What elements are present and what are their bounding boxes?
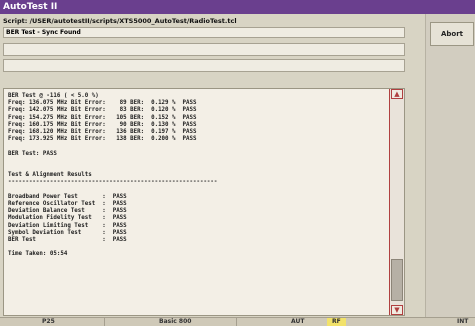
result-line: Symbol Deviation Test : PASS [8, 229, 127, 236]
freq-line: Freq: 168.120 MHz Bit Error: 136 BER: 0.… [8, 129, 197, 136]
script-path-label: Script: /USER/autotestII/scripts/XTS5000… [3, 17, 237, 25]
abort-button[interactable]: Abort [430, 22, 474, 46]
scroll-thumb[interactable] [391, 259, 403, 301]
freq-line: Freq: 160.175 MHz Bit Error: 90 BER: 0.1… [8, 121, 197, 128]
message-field-2 [3, 59, 405, 72]
separator-line: ----------------------------------------… [8, 179, 218, 186]
result-line: Modulation Fidelity Test : PASS [8, 215, 127, 222]
main-panel: Script: /USER/autotestII/scripts/XTS5000… [0, 14, 425, 317]
result-line: Deviation Balance Test : PASS [8, 208, 127, 215]
log-scrollbar[interactable]: ▲ ▼ [389, 89, 404, 315]
scroll-up-icon[interactable]: ▲ [391, 89, 403, 99]
ber-result-line: BER Test: PASS [8, 150, 57, 157]
result-line: Broadband Power Test : PASS [8, 193, 127, 200]
scroll-down-icon[interactable]: ▼ [391, 305, 403, 315]
result-line: Deviation Limiting Test : PASS [8, 222, 127, 229]
message-field-1 [3, 43, 405, 56]
freq-line: Freq: 136.075 MHz Bit Error: 89 BER: 0.1… [8, 100, 197, 107]
freq-line: Freq: 173.925 MHz Bit Error: 138 BER: 0.… [8, 136, 197, 143]
result-line: BER Test : PASS [8, 237, 127, 243]
results-header-line: Test & Alignment Results [8, 172, 92, 179]
test-log-panel[interactable]: BER Test @ -116 ( < 5.0 %) Freq: 136.075… [3, 88, 405, 316]
window-title: AutoTest II [3, 2, 58, 12]
result-line: Reference Oscillator Test : PASS [8, 200, 127, 207]
window-title-bar: AutoTest II [0, 0, 475, 14]
time-taken-line: Time Taken: 05:54 [8, 251, 68, 258]
status-message-box: BER Test - Sync Found [3, 27, 405, 38]
freq-line: Freq: 142.075 MHz Bit Error: 83 BER: 0.1… [8, 107, 197, 114]
freq-line: Freq: 154.275 MHz Bit Error: 105 BER: 0.… [8, 114, 197, 121]
side-panel: Abort [425, 14, 475, 317]
ber-header-line: BER Test @ -116 ( < 5.0 %) [8, 93, 99, 99]
test-log-text: BER Test @ -116 ( < 5.0 %) Freq: 136.075… [8, 93, 386, 259]
